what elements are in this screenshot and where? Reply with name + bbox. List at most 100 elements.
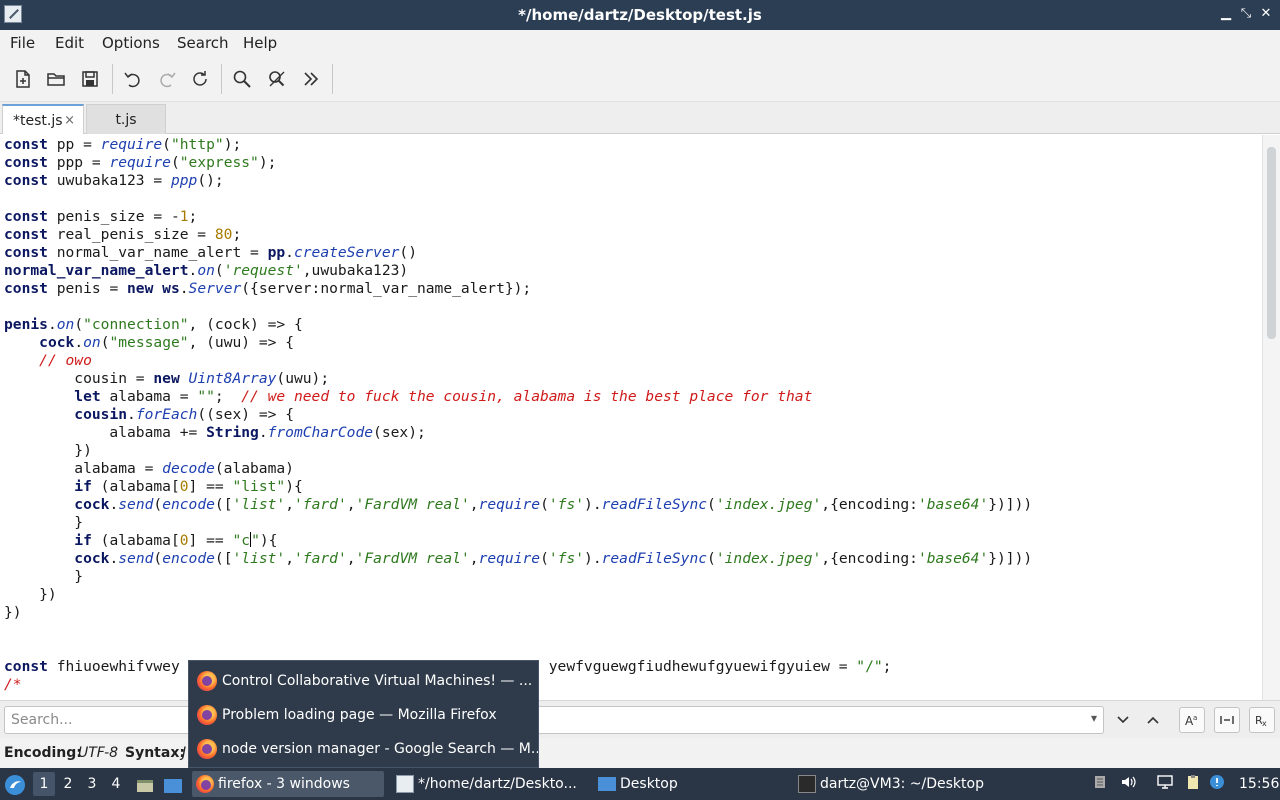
code-line[interactable]: cock.send(encode(['list','fard','FardVM … <box>4 496 1032 514</box>
menu-options[interactable]: Options <box>102 34 160 52</box>
code-line[interactable]: const pp = require("http"); <box>4 136 241 154</box>
more-tools-icon[interactable] <box>298 66 324 92</box>
code-line[interactable]: }) <box>4 604 22 622</box>
code-token: forEach <box>135 406 198 423</box>
find-icon[interactable] <box>229 66 255 92</box>
tab-test-js[interactable]: *test.js × <box>2 104 84 134</box>
menu-search[interactable]: Search <box>177 34 229 52</box>
code-line[interactable]: cousin = new Uint8Array(uwu); <box>4 370 329 388</box>
code-line[interactable]: const ppp = require("express"); <box>4 154 276 172</box>
find-replace-icon[interactable] <box>264 66 290 92</box>
taskbar-desktop-folder[interactable]: Desktop <box>594 771 784 797</box>
code-token: . <box>109 496 119 513</box>
window-list-popup: Control Collaborative Virtual Machines! … <box>188 660 539 768</box>
code-token: 80 <box>214 226 233 243</box>
code-line[interactable]: /* <box>4 676 22 694</box>
workspace-2[interactable]: 2 <box>57 772 79 796</box>
find-previous-icon[interactable] <box>1140 707 1166 733</box>
code-line[interactable]: alabama = decode(alabama) <box>4 460 294 478</box>
code-editor[interactable]: const pp = require("http"); const ppp = r… <box>0 135 1262 700</box>
code-line[interactable]: // owo <box>4 352 92 370</box>
code-line[interactable]: const penis = new ws.Server({server:norm… <box>4 280 531 298</box>
regex-icon[interactable]: Rx <box>1249 707 1275 733</box>
code-line[interactable]: const real_penis_size = 80; <box>4 226 241 244</box>
code-token: if <box>74 478 92 495</box>
file-manager-icon[interactable] <box>136 775 154 793</box>
code-line[interactable]: const normal_var_name_alert = pp.createS… <box>4 244 417 262</box>
workspace-1[interactable]: 1 <box>33 772 55 796</box>
code-line[interactable]: }) <box>4 442 92 460</box>
workspace-3[interactable]: 3 <box>81 772 103 796</box>
popup-window-item[interactable]: Problem loading page — Mozilla Firefox <box>189 698 538 732</box>
code-token: ws <box>162 280 180 297</box>
minimize-icon[interactable]: ▁ <box>1218 6 1234 22</box>
taskbar-editor-window[interactable]: */home/dartz/Deskto... <box>392 771 588 797</box>
code-line[interactable]: let alabama = ""; // we need to fuck the… <box>4 388 812 406</box>
popup-window-item[interactable]: Control Collaborative Virtual Machines! … <box>189 664 538 698</box>
code-token: . <box>47 316 57 333</box>
trash-icon[interactable] <box>1090 774 1110 794</box>
tab-t-js[interactable]: t.js <box>86 104 166 134</box>
code-line[interactable]: penis.on("connection", (cock) => { <box>4 316 303 334</box>
menu-help[interactable]: Help <box>243 34 277 52</box>
workspace-4[interactable]: 4 <box>105 772 127 796</box>
code-token: ); <box>258 154 277 171</box>
code-token: new <box>127 280 154 297</box>
open-folder-icon[interactable] <box>43 66 69 92</box>
code-token: . <box>179 280 189 297</box>
taskbar-firefox-group[interactable]: firefox - 3 windows <box>192 771 384 797</box>
editor-scrollbar[interactable] <box>1262 135 1280 700</box>
reload-icon[interactable] <box>187 66 213 92</box>
search-history-dropdown-icon[interactable]: ▾ <box>1091 711 1097 725</box>
code-line[interactable]: normal_var_name_alert.on('request',uwuba… <box>4 262 408 280</box>
code-line[interactable]: if (alabama[0] == "c"){ <box>4 532 277 550</box>
code-token: 'list' <box>232 496 286 513</box>
code-token: ( <box>707 550 716 567</box>
code-token: send <box>118 496 154 513</box>
code-token: penis_size = - <box>47 208 180 225</box>
code-token: 0 <box>179 478 189 495</box>
toolbar-separator <box>112 64 113 94</box>
find-next-icon[interactable] <box>1110 707 1136 733</box>
code-line[interactable]: cock.on("message", (uwu) => { <box>4 334 294 352</box>
code-line[interactable]: const penis_size = -1; <box>4 208 197 226</box>
popup-window-item[interactable]: node version manager - Google Search — M… <box>189 732 538 766</box>
clipboard-icon[interactable] <box>1183 774 1203 794</box>
code-token: if <box>74 532 92 549</box>
redo-icon[interactable] <box>154 66 180 92</box>
new-file-icon[interactable] <box>10 66 36 92</box>
menu-file[interactable]: File <box>10 34 35 52</box>
code-line[interactable]: cousin.forEach((sex) => { <box>4 406 294 424</box>
close-tab-icon[interactable]: × <box>64 106 75 136</box>
taskbar-terminal-window[interactable]: dartz@VM3: ~/Desktop <box>794 771 1044 797</box>
code-line[interactable]: }) <box>4 586 57 604</box>
search-field[interactable]: ▾ <box>4 706 1104 734</box>
code-token: on <box>83 334 101 351</box>
show-desktop-icon[interactable] <box>163 775 183 793</box>
close-window-icon[interactable]: ✕ <box>1258 6 1274 22</box>
updates-icon[interactable] <box>1207 774 1227 794</box>
code-line[interactable]: } <box>4 568 83 586</box>
whole-word-icon[interactable] <box>1214 707 1240 733</box>
volume-icon[interactable] <box>1118 774 1138 794</box>
code-line[interactable]: const uwubaka123 = ppp(); <box>4 172 224 190</box>
start-menu-icon[interactable] <box>4 774 26 796</box>
code-line[interactable]: if (alabama[0] == "list"){ <box>4 478 302 496</box>
save-icon[interactable] <box>77 66 103 92</box>
match-case-icon[interactable]: Aa <box>1179 707 1205 733</box>
code-line[interactable]: } <box>4 514 83 532</box>
scrollbar-thumb[interactable] <box>1267 147 1276 339</box>
undo-icon[interactable] <box>120 66 146 92</box>
tab-label: *test.js <box>13 113 63 129</box>
clock[interactable]: 15:56 <box>1239 768 1279 800</box>
code-line[interactable]: cock.send(encode(['list','fard','FardVM … <box>4 550 1032 568</box>
menu-edit[interactable]: Edit <box>55 34 84 52</box>
search-input[interactable] <box>5 707 1075 733</box>
code-token: pp <box>267 244 286 261</box>
code-token: const <box>4 226 48 243</box>
restore-icon[interactable]: ⤡ <box>1238 6 1254 22</box>
code-token: cock <box>74 550 110 567</box>
network-icon[interactable] <box>1155 774 1175 794</box>
code-line[interactable]: alabama += String.fromCharCode(sex); <box>4 424 425 442</box>
